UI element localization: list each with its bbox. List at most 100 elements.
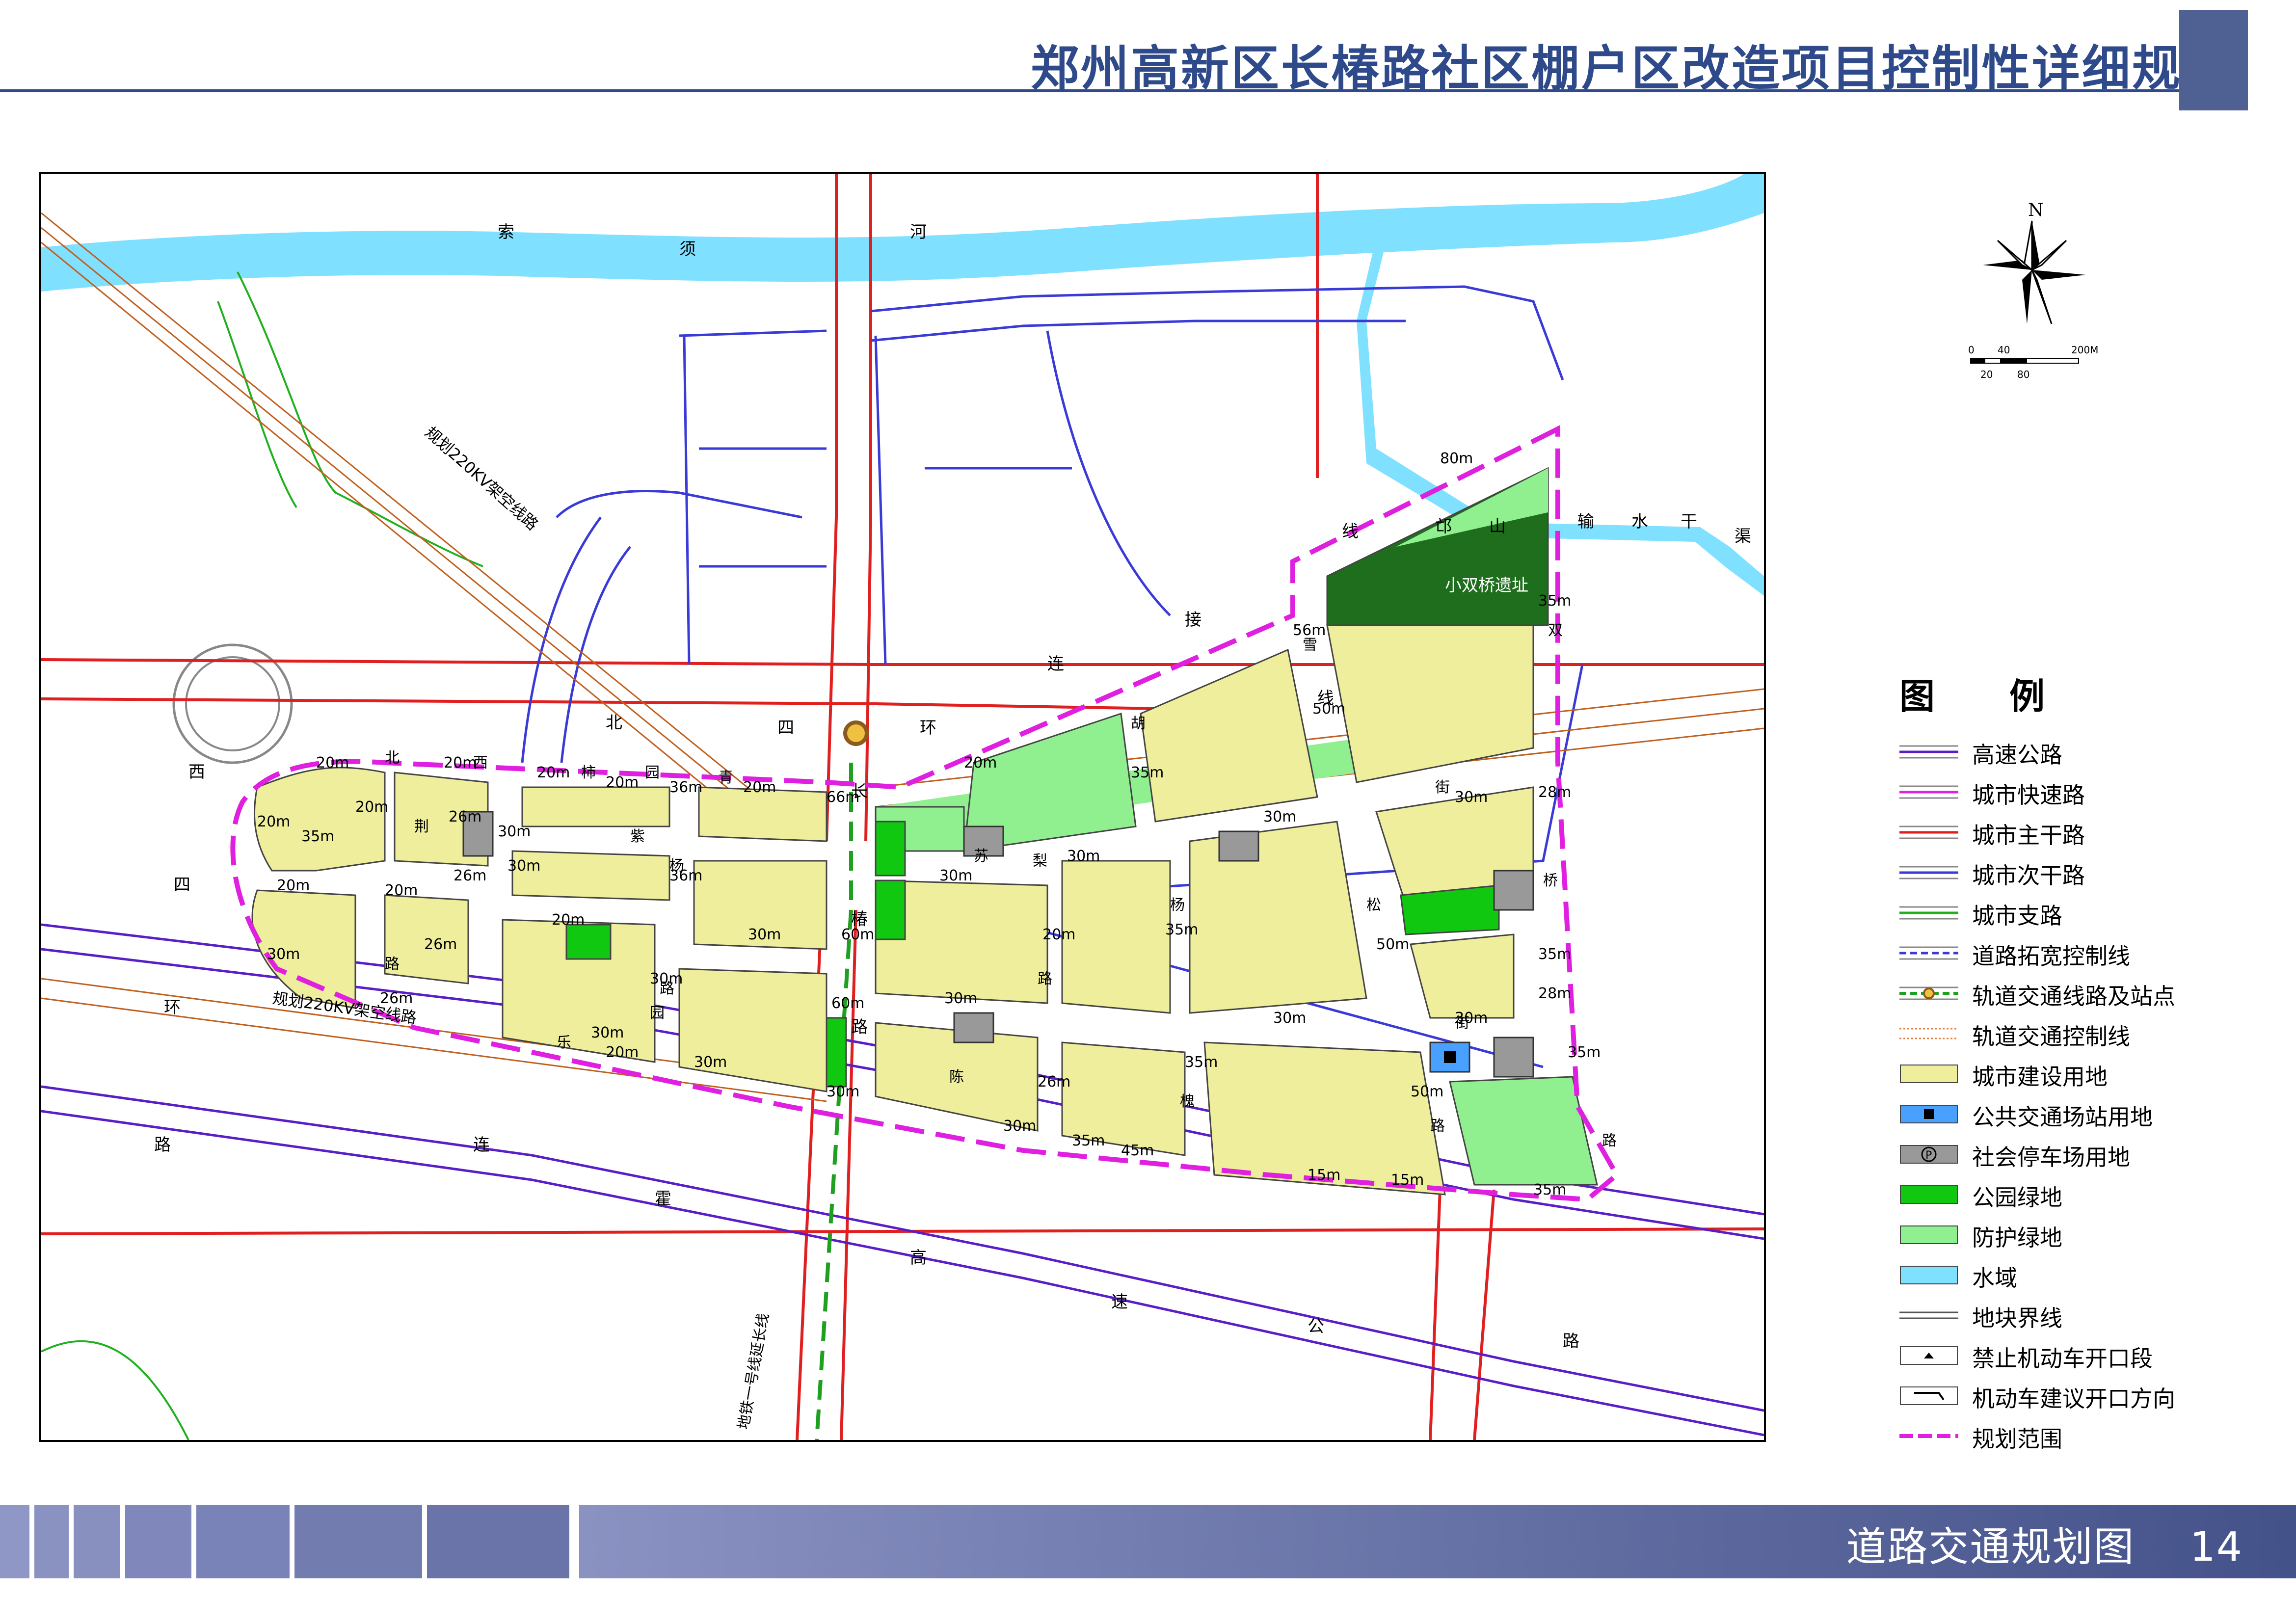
legend-item: 高速公路	[1899, 731, 2243, 772]
legend-swatch	[1900, 1185, 1958, 1204]
roundabout	[172, 643, 293, 764]
legend-item: 公共交通场站用地	[1899, 1093, 2243, 1134]
svg-text:P: P	[1925, 1149, 1932, 1162]
svg-text:50m: 50m	[1312, 700, 1345, 718]
svg-text:30m: 30m	[267, 946, 300, 963]
svg-text:紫: 紫	[630, 828, 645, 845]
svg-text:胡: 胡	[1131, 715, 1146, 732]
svg-text:28m: 28m	[1538, 985, 1571, 1002]
svg-text:环: 环	[920, 718, 936, 738]
svg-text:28m: 28m	[1538, 784, 1571, 801]
legend-swatch	[1900, 1386, 1958, 1405]
scale-bar: 0 40 200M 20 80	[1968, 344, 2098, 380]
svg-text:20m: 20m	[964, 754, 997, 772]
svg-text:杨: 杨	[1170, 897, 1185, 914]
svg-text:35m: 35m	[1538, 946, 1571, 963]
svg-text:20m: 20m	[385, 882, 418, 899]
svg-text:20m: 20m	[277, 877, 310, 894]
header-rule	[0, 89, 2179, 92]
legend-swatch	[1900, 1225, 1958, 1244]
svg-text:26m: 26m	[380, 990, 413, 1007]
svg-text:路: 路	[1563, 1331, 1579, 1351]
svg-text:20m: 20m	[1042, 926, 1075, 943]
legend-swatch	[1899, 906, 1958, 920]
legend-label: 地块界线	[1972, 1305, 2062, 1331]
svg-text:路: 路	[851, 1017, 868, 1037]
svg-text:路: 路	[1038, 970, 1052, 987]
legend-label: 城市快速路	[1972, 782, 2085, 808]
svg-text:30m: 30m	[650, 970, 683, 987]
svg-text:北: 北	[606, 713, 622, 733]
svg-text:50m: 50m	[1376, 936, 1409, 953]
svg-text:80: 80	[2017, 369, 2029, 380]
legend-item: 轨道交通控制线	[1899, 1013, 2243, 1053]
legend: 高速公路 城市快速路 城市主干路 城市次干路 城市支路 道路拓宽控制线 轨道交通线路及站点轨…	[1899, 731, 2243, 1456]
svg-text:0: 0	[1968, 344, 1975, 356]
svg-text:雪: 雪	[1303, 637, 1317, 654]
legend-swatch	[1899, 785, 1958, 799]
svg-text:26m: 26m	[1038, 1073, 1070, 1091]
page-number: 14	[2189, 1524, 2243, 1571]
svg-text:30m: 30m	[1263, 808, 1296, 825]
svg-text:公: 公	[1308, 1317, 1324, 1336]
svg-text:35m: 35m	[1131, 764, 1164, 781]
legend-swatch	[1900, 1065, 1958, 1083]
svg-text:四: 四	[174, 875, 190, 895]
svg-text:30m: 30m	[1455, 1010, 1488, 1027]
legend-item: 水域	[1899, 1254, 2243, 1295]
svg-text:35m: 35m	[1533, 1181, 1566, 1198]
svg-text:66m: 66m	[827, 789, 859, 806]
svg-text:30m: 30m	[498, 823, 531, 840]
svg-text:梨: 梨	[1033, 852, 1047, 870]
legend-label: 城市支路	[1972, 903, 2062, 929]
svg-text:路: 路	[385, 956, 400, 973]
legend-swatch	[1899, 1028, 1958, 1039]
legend-label: 道路拓宽控制线	[1972, 943, 2130, 969]
page-title: 郑州高新区长椿路社区棚户区改造项目控制性详细规划	[1031, 41, 2233, 97]
svg-text:青: 青	[719, 769, 733, 786]
svg-text:60m: 60m	[831, 995, 864, 1012]
svg-text:陈: 陈	[949, 1068, 964, 1086]
svg-text:园: 园	[645, 764, 660, 781]
svg-text:30m: 30m	[1455, 789, 1488, 806]
legend-swatch	[1899, 1311, 1958, 1319]
legend-item: 机动车建议开口方向	[1899, 1375, 2243, 1415]
river-label-1: 索	[498, 222, 514, 242]
svg-text:环: 环	[164, 998, 181, 1017]
legend-item: 地块界线	[1899, 1295, 2243, 1335]
svg-text:200M: 200M	[2071, 344, 2098, 356]
svg-text:20m: 20m	[606, 1044, 639, 1061]
svg-text:20m: 20m	[257, 813, 290, 830]
svg-text:30m: 30m	[748, 926, 781, 943]
legend-label: 高速公路	[1972, 742, 2062, 768]
svg-text:15m: 15m	[1391, 1171, 1424, 1189]
svg-text:15m: 15m	[1308, 1167, 1340, 1184]
svg-text:35m: 35m	[1538, 592, 1571, 610]
svg-text:速: 速	[1111, 1292, 1128, 1312]
svg-text:20m: 20m	[743, 779, 776, 796]
legend-item: 城市建设用地	[1899, 1053, 2243, 1093]
river-suoxu	[41, 174, 1764, 292]
svg-text:双: 双	[1548, 622, 1563, 639]
svg-text:桥: 桥	[1543, 872, 1558, 889]
svg-text:30m: 30m	[507, 857, 540, 875]
legend-label: 水域	[1972, 1265, 2017, 1291]
svg-text:30m: 30m	[1003, 1118, 1036, 1135]
svg-text:20m: 20m	[444, 754, 477, 772]
svg-text:荆: 荆	[414, 818, 429, 835]
svg-text:30m: 30m	[591, 1024, 624, 1041]
road-traffic-map[interactable]: 索 须 河 小双桥遗址 线 邙 山 输 水 干 渠 北 四 环 接 连 线 西 …	[39, 172, 1766, 1442]
svg-text:苏: 苏	[974, 848, 988, 865]
svg-text:20m: 20m	[355, 799, 388, 816]
legend-label: 规划范围	[1972, 1426, 2062, 1452]
north-label: N	[2028, 200, 2044, 220]
legend-item: 城市主干路	[1899, 812, 2243, 852]
north-arrow-icon: N	[1983, 200, 2086, 324]
legend-item: 公园绿地	[1899, 1174, 2243, 1214]
svg-text:60m: 60m	[841, 926, 874, 943]
svg-text:56m: 56m	[1293, 622, 1326, 639]
legend-label: 城市建设用地	[1972, 1064, 2108, 1090]
svg-text:35m: 35m	[301, 828, 334, 845]
legend-swatch	[1899, 986, 1958, 1000]
svg-text:连: 连	[1047, 654, 1064, 674]
